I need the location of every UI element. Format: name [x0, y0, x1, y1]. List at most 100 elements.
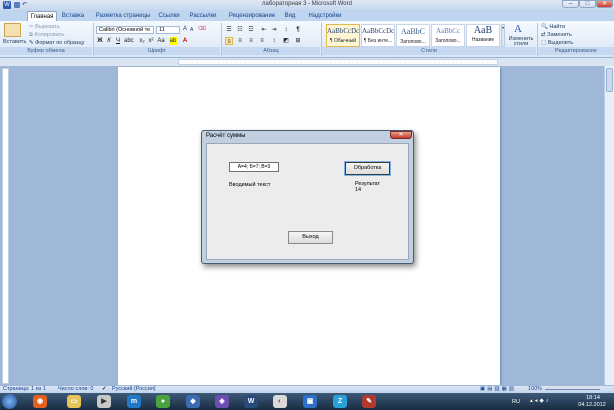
clear-format-icon[interactable]: ⌫	[198, 26, 206, 32]
mail-icon[interactable]: m	[127, 395, 141, 408]
font-color-icon[interactable]: A	[181, 37, 189, 45]
line-spacing-icon[interactable]: ↕	[270, 37, 278, 45]
media-icon[interactable]: ▶	[97, 395, 111, 408]
tab-mailings[interactable]: Рассылки	[188, 11, 218, 21]
exit-button[interactable]: Выход	[288, 231, 333, 244]
justify-icon[interactable]: ≡	[258, 37, 266, 45]
start-button-icon[interactable]	[2, 394, 17, 409]
styles-scroll[interactable]: ▾	[501, 24, 505, 47]
style-title[interactable]: AaB Название	[466, 24, 500, 47]
style-name: ¶ Обычный	[329, 38, 357, 44]
users-icon[interactable]: ◆	[186, 395, 200, 408]
copy-button[interactable]: ⧉ Копировать	[29, 32, 64, 39]
sort-icon[interactable]: ↕	[282, 26, 290, 34]
decrease-indent-icon[interactable]: ⇤	[260, 26, 268, 34]
increase-indent-icon[interactable]: ⇥	[270, 26, 278, 34]
status-language[interactable]: Русский (Россия)	[112, 386, 156, 393]
tray-time[interactable]: 18:14	[578, 395, 608, 401]
process-button[interactable]: Обработка	[344, 161, 391, 176]
tab-page-layout[interactable]: Разметка страницы	[92, 11, 154, 21]
window-title: лабораторная 3 - Microsoft Word	[262, 1, 352, 7]
folder-icon[interactable]: ▭	[67, 395, 81, 408]
change-styles-icon[interactable]: A	[514, 23, 526, 35]
tab-references[interactable]: Ссылки	[158, 11, 180, 21]
firefox-icon[interactable]: ◉	[33, 395, 47, 408]
font-size-combo[interactable]: 11	[156, 26, 180, 34]
shading-icon[interactable]: ◩	[282, 37, 290, 45]
maximize-button[interactable]: □	[579, 0, 596, 8]
spellcheck-icon[interactable]: ✔	[102, 386, 107, 393]
show-marks-icon[interactable]: ¶	[294, 26, 302, 34]
style-preview: AaBbCc	[435, 27, 461, 35]
input-text-field[interactable]: A=4; Б=7; B=3	[229, 162, 279, 172]
underline-button[interactable]: Ч	[114, 37, 122, 45]
align-left-icon[interactable]: ≡	[225, 37, 233, 45]
shrink-font-icon[interactable]: A	[190, 27, 193, 33]
view-buttons[interactable]: ▣▤▥▦▧	[480, 386, 516, 393]
tab-review[interactable]: Рецензирование	[226, 11, 278, 21]
status-words[interactable]: Число слов: 0	[58, 386, 93, 393]
change-styles-button[interactable]: Изменить стили	[506, 36, 536, 47]
dialog-close-button[interactable]: ✕	[390, 131, 412, 139]
z-app-icon[interactable]: Z	[333, 395, 347, 408]
style-preview: AaB	[473, 25, 493, 36]
zoom-level[interactable]: 100%	[528, 386, 542, 393]
superscript-icon[interactable]: x²	[147, 37, 155, 45]
paste-icon[interactable]	[4, 23, 21, 37]
bold-button[interactable]: Ж	[96, 37, 104, 45]
globe-icon[interactable]: ●	[156, 395, 170, 408]
numbering-icon[interactable]: ☷	[236, 26, 244, 34]
subscript-icon[interactable]: x₂	[138, 37, 146, 45]
editing-group-label: Редактирование	[538, 47, 614, 55]
ruler-scale[interactable]: ········································…	[178, 59, 498, 65]
style-heading-2[interactable]: AaBbCc Заголово...	[431, 24, 465, 47]
paste-button[interactable]: Вставить	[3, 39, 26, 45]
italic-button[interactable]: К	[105, 37, 113, 45]
zoom-slider[interactable]	[545, 389, 600, 390]
title-bar: W ↶ лабораторная 3 - Microsoft Word – □ …	[0, 0, 614, 10]
horizontal-ruler: ········································…	[0, 58, 614, 66]
minimize-button[interactable]: –	[562, 0, 579, 8]
close-button[interactable]: ✕	[596, 0, 613, 8]
select-button[interactable]: ⬚ Выделить	[541, 40, 573, 46]
font-name-combo[interactable]: Calibri (Основной те	[96, 26, 154, 34]
app-icon[interactable]: ◈	[215, 395, 229, 408]
format-painter-button[interactable]: ✎ Формат по образцу	[29, 40, 84, 46]
replace-button[interactable]: ⇄ Заменить	[541, 32, 572, 38]
style-no-spacing[interactable]: AaBbCcDc ¶ Без инте...	[361, 24, 395, 47]
vb-icon[interactable]: ▣	[303, 395, 317, 408]
find-button[interactable]: 🔍 Найти	[541, 24, 565, 30]
ribbon-tab-bar: Главная Вставка Разметка страницы Ссылки…	[0, 10, 614, 21]
paragraph-group-label: Абзац	[222, 47, 320, 55]
cut-button[interactable]: ✂ Вырезать	[29, 24, 60, 30]
tab-view[interactable]: Вид	[283, 11, 297, 21]
vertical-scrollbar[interactable]	[604, 66, 614, 385]
input-label: Вводимый текст	[229, 182, 271, 188]
tray-date[interactable]: 04.12.2012	[572, 402, 612, 408]
change-case-icon[interactable]: Aa	[157, 37, 165, 45]
chrome-icon[interactable]: ◐	[273, 395, 287, 408]
style-name: Заголово...	[400, 39, 426, 45]
tab-add-ins[interactable]: Надстройки	[305, 11, 345, 21]
multilevel-list-icon[interactable]: ☲	[247, 26, 255, 34]
align-center-icon[interactable]: ≡	[236, 37, 244, 45]
strikethrough-icon[interactable]: abc	[124, 37, 134, 45]
style-heading-1[interactable]: AaBbC Заголово...	[396, 24, 430, 47]
tab-home[interactable]: Главная	[27, 11, 57, 21]
bullets-icon[interactable]: ☰	[225, 26, 233, 34]
pdf-icon[interactable]: ✎	[362, 395, 376, 408]
tab-insert[interactable]: Вставка	[60, 11, 86, 21]
font-group-label: Шрифт	[94, 47, 220, 55]
word-taskbar-icon[interactable]: W	[244, 395, 258, 408]
scrollbar-thumb[interactable]	[606, 68, 613, 92]
grow-font-icon[interactable]: A	[183, 26, 187, 32]
borders-icon[interactable]: ⊞	[294, 37, 302, 45]
align-right-icon[interactable]: ≡	[247, 37, 255, 45]
select-label: Выделить	[547, 40, 574, 46]
highlight-icon[interactable]: ab	[169, 37, 177, 45]
tray-language[interactable]: RU	[512, 399, 520, 405]
status-page[interactable]: Страница: 1 из 1	[3, 386, 46, 393]
cut-label: Вырезать	[35, 24, 60, 30]
tray-icons[interactable]: ▴◂◆♪	[530, 398, 551, 404]
style-normal[interactable]: AaBbCcDc ¶ Обычный	[326, 24, 360, 47]
